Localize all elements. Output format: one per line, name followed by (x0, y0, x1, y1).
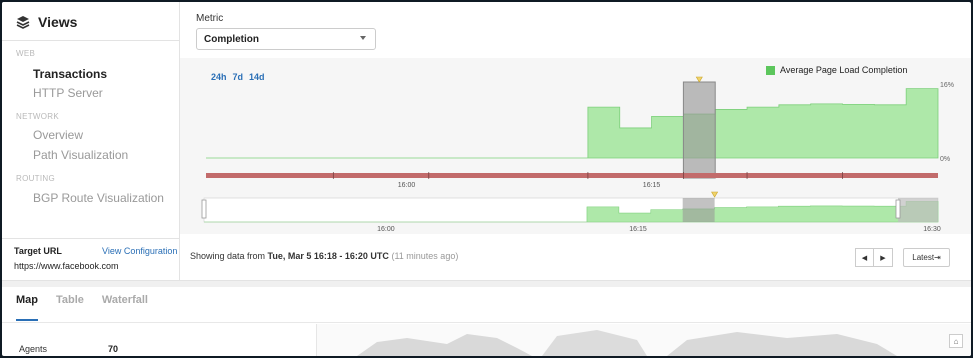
range-7d-link[interactable]: 7d (233, 72, 244, 82)
status-range: Tue, Mar 5 16:18 - 16:20 UTC (267, 251, 389, 261)
metric-label: Metric (196, 13, 224, 24)
world-map[interactable]: ⌂ (316, 324, 971, 356)
overview-x-tick-label: 16:15 (629, 226, 647, 233)
metric-select[interactable]: Completion (196, 28, 376, 50)
tab-table[interactable]: Table (56, 294, 84, 306)
status-text: Showing data from Tue, Mar 5 16:18 - 16:… (190, 251, 458, 261)
divider (2, 40, 180, 41)
y-tick-label: 0% (940, 156, 950, 163)
agents-value: 70 (108, 344, 119, 354)
overview-future-shade (898, 198, 938, 222)
target-url-value: https://www.facebook.com (14, 261, 119, 271)
layers-icon (16, 16, 30, 29)
tab-map[interactable]: Map (16, 294, 38, 306)
chevron-down-icon (360, 36, 366, 40)
sidebar-item-transactions[interactable]: Transactions (33, 67, 107, 81)
target-url-label: Target URL (14, 246, 62, 256)
tab-waterfall[interactable]: Waterfall (102, 294, 148, 306)
map-landmass (357, 330, 897, 356)
overview-right-handle (895, 199, 901, 219)
x-tick-label: 16:15 (643, 182, 661, 189)
legend-swatch (766, 65, 775, 75)
home-icon[interactable]: ⌂ (949, 334, 963, 348)
status-ago: (11 minutes ago) (391, 251, 459, 261)
section-web: WEB (16, 49, 36, 58)
views-title: Views (38, 14, 78, 30)
sidebar-item-bgp-route-visualization[interactable]: BGP Route Visualization (33, 191, 164, 205)
section-divider (2, 280, 971, 287)
x-tick-label: 16:00 (398, 182, 416, 189)
sidebar: Views WEB Transactions HTTP Server NETWO… (2, 2, 180, 280)
active-tab-indicator (16, 319, 38, 321)
timeline-chart[interactable]: 16% 0% 16:00 16:15 16:00 16:15 16:30 (180, 58, 971, 234)
metric-selected-value: Completion (204, 33, 259, 45)
pager: ◀ ▶ (855, 248, 893, 267)
overview-x-tick-label: 16:00 (377, 226, 395, 233)
section-routing: ROUTING (16, 174, 55, 183)
sidebar-item-http-server[interactable]: HTTP Server (33, 86, 103, 100)
legend-label: Average Page Load Completion (780, 65, 908, 75)
tabs: Map Table Waterfall (16, 294, 148, 306)
agents-label: Agents (19, 344, 48, 354)
app-frame: Views WEB Transactions HTTP Server NETWO… (2, 2, 971, 356)
status-prefix: Showing data from (190, 251, 268, 261)
main-panel: Metric Completion 16% 0% 16:00 16:15 16:00 16… (180, 2, 971, 280)
y-tick-label: 16% (940, 82, 954, 89)
sidebar-item-overview[interactable]: Overview (33, 128, 83, 142)
view-configuration-link[interactable]: View Configuration (102, 246, 177, 256)
overview-marker (711, 191, 719, 198)
overview-x-tick-label: 16:30 (923, 226, 941, 233)
series-area (206, 88, 939, 159)
overview-left-handle (201, 199, 207, 219)
selection-marker (695, 76, 703, 83)
range-links: 24h 7d 14d (211, 72, 265, 82)
latest-button[interactable]: Latest⇥ (903, 248, 950, 267)
views-header: Views (16, 14, 77, 30)
overview-selection (682, 198, 715, 222)
divider (2, 238, 180, 239)
next-button[interactable]: ▶ (874, 248, 893, 267)
prev-button[interactable]: ◀ (855, 248, 874, 267)
selection-window (682, 81, 716, 179)
tab-divider (2, 322, 971, 323)
timeline-strip (206, 173, 938, 178)
chart-legend: Average Page Load Completion (766, 65, 907, 75)
sidebar-item-path-visualization[interactable]: Path Visualization (33, 148, 128, 162)
range-14d-link[interactable]: 14d (249, 72, 265, 82)
range-24h-link[interactable]: 24h (211, 72, 227, 82)
section-network: NETWORK (16, 112, 59, 121)
